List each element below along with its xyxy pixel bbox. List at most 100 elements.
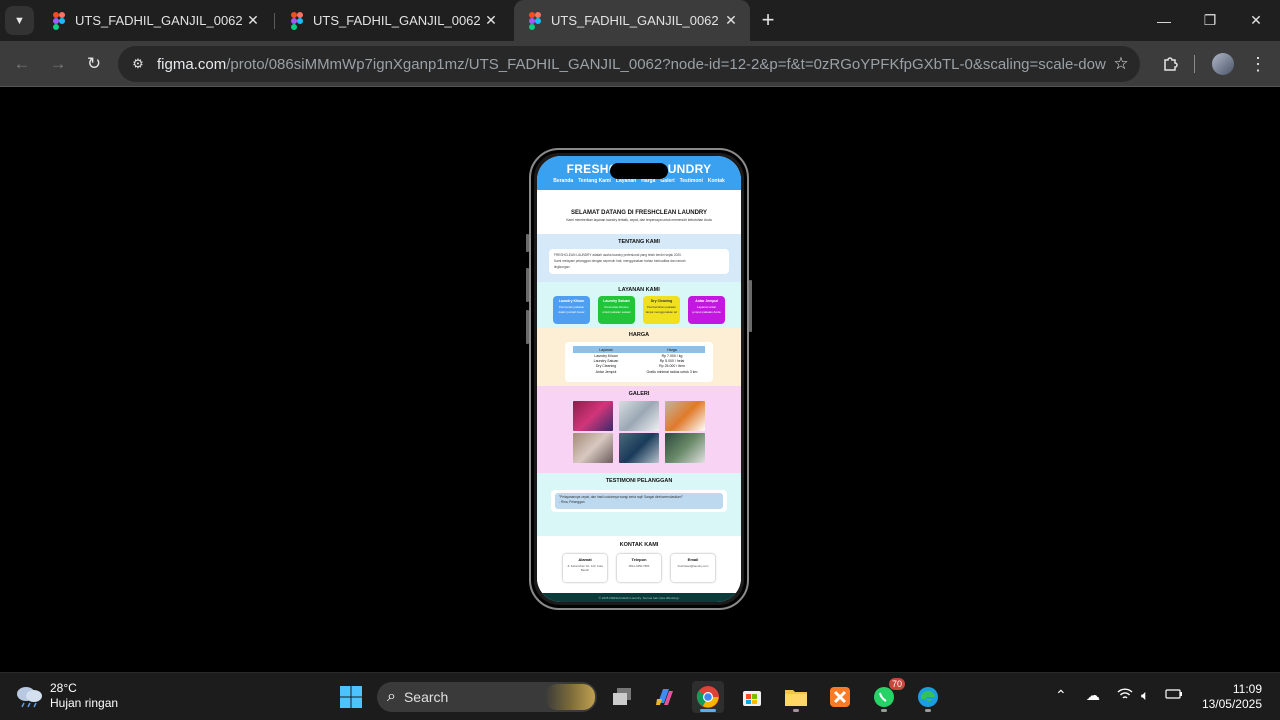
- task-view-icon[interactable]: [606, 681, 638, 713]
- contact-card: Alamat Jl. Kebersihan No. 123, Kota Bers…: [563, 554, 607, 582]
- tab-title: UTS_FADHIL_GANJIL_0062: [75, 13, 242, 28]
- forward-button[interactable]: →: [44, 50, 72, 78]
- figma-icon: [529, 11, 543, 30]
- section-title: LAYANAN KAMI: [618, 287, 660, 293]
- service-card: Laundry Satuan Pencucian khusus untuk pak…: [598, 296, 635, 324]
- section-title: KONTAK KAMI: [619, 542, 659, 548]
- gallery-image[interactable]: [619, 433, 659, 463]
- onedrive-offline-icon[interactable]: ☁: [1086, 687, 1100, 704]
- service-card: Dry Cleaning Pembersihan pakaian tanpa me…: [643, 296, 680, 324]
- testimonial-author: - Rina, Pelanggan: [559, 500, 585, 504]
- gallery-image[interactable]: [573, 401, 613, 431]
- price-table-header: Layanan Harga: [573, 346, 705, 353]
- section-title: TESTIMONI PELANGGAN: [605, 478, 673, 484]
- start-button[interactable]: [335, 681, 367, 713]
- close-icon[interactable]: ✕: [480, 10, 502, 32]
- gallery-image[interactable]: [665, 401, 705, 431]
- weather-widget[interactable]: 28°C Hujan ringan: [14, 681, 118, 710]
- price-table: Layanan Harga Laundry Kiloan Rp 7.000 / kg…: [565, 342, 713, 382]
- extensions-icon[interactable]: [1156, 50, 1184, 78]
- site-info-icon[interactable]: ⚙: [122, 48, 154, 80]
- edge-icon[interactable]: [912, 681, 944, 713]
- restore-button[interactable]: ❐: [1187, 0, 1233, 41]
- bookmark-star-icon[interactable]: ☆: [1106, 54, 1136, 74]
- phone-frame: FRESHC UNDRY Beranda Tentang Kami Layanan…: [526, 148, 752, 610]
- about-section: TENTANG KAMI FRESHCLEAN LAUNDRY adalah u…: [537, 234, 741, 282]
- prototype-screen[interactable]: FRESHC UNDRY Beranda Tentang Kami Layanan…: [537, 156, 741, 602]
- nav-link[interactable]: Kontak: [708, 178, 725, 184]
- xampp-icon[interactable]: [824, 681, 856, 713]
- close-icon[interactable]: ✕: [720, 10, 742, 32]
- search-icon: ⌕: [387, 688, 396, 705]
- section-title: HARGA: [628, 332, 650, 338]
- whatsapp-icon[interactable]: 70: [868, 678, 905, 713]
- wifi-icon[interactable]: [1117, 687, 1133, 704]
- gallery-image[interactable]: [665, 433, 705, 463]
- close-window-button[interactable]: ✕: [1233, 0, 1279, 41]
- nav-link[interactable]: Testimoni: [680, 178, 703, 184]
- page-viewport: FRESHC UNDRY Beranda Tentang Kami Layanan…: [0, 88, 1280, 672]
- running-indicator: [881, 709, 887, 712]
- search-highlight-image: [545, 684, 595, 710]
- close-icon[interactable]: ✕: [242, 10, 264, 32]
- nav-link[interactable]: Galeri: [660, 178, 674, 184]
- tab-3-active[interactable]: UTS_FADHIL_GANJIL_0062 ✕: [514, 0, 750, 41]
- volume-icon[interactable]: 🔈︎: [1141, 687, 1149, 704]
- active-indicator: [700, 709, 716, 712]
- table-row: Antar Jemput Gratis minimal radius untuk …: [595, 369, 698, 374]
- contact-card: Email freshclean@laundry.com: [671, 554, 715, 582]
- chrome-icon[interactable]: [692, 681, 724, 713]
- copilot-icon[interactable]: [649, 681, 681, 713]
- hero-title: SELAMAT DATANG DI FRESHCLEAN LAUNDRY: [570, 210, 708, 216]
- tab-1[interactable]: UTS_FADHIL_GANJIL_0062 ✕: [38, 0, 272, 41]
- store-icon[interactable]: [736, 681, 768, 713]
- nav-link[interactable]: Tentang Kami: [578, 178, 611, 184]
- running-indicator: [793, 709, 799, 712]
- minimize-button[interactable]: —: [1141, 0, 1187, 41]
- contact-section: KONTAK KAMI Alamat Jl. Kebersihan No. 12…: [537, 536, 741, 593]
- browser-toolbar: ← → ↻ ⚙ figma.com/proto/086siMMmWp7ignXg…: [0, 41, 1280, 87]
- testimonial-card: "Pelayanannya cepat, dan hasil cuciannya…: [551, 490, 727, 512]
- gallery-image[interactable]: [619, 401, 659, 431]
- figma-icon: [291, 11, 305, 30]
- tab-title: UTS_FADHIL_GANJIL_0062: [551, 13, 719, 28]
- browser-menu-icon[interactable]: ⋮: [1246, 50, 1270, 78]
- new-tab-button[interactable]: +: [756, 7, 780, 32]
- tab-separator: [274, 13, 275, 29]
- section-title: TENTANG KAMI: [618, 239, 660, 245]
- taskbar-search[interactable]: ⌕ Search: [377, 682, 597, 712]
- table-row: Dry Cleaning Rp 25.000 / item: [595, 364, 685, 369]
- running-indicator: [925, 709, 931, 712]
- nav-link[interactable]: Beranda: [553, 178, 573, 184]
- battery-icon[interactable]: [1165, 687, 1183, 703]
- about-card: FRESHCLEAN LAUNDRY adalah usaha laundry …: [549, 249, 729, 274]
- reload-button[interactable]: ↻: [80, 50, 108, 78]
- contact-card: Telepon 0812-3456-7890: [617, 554, 661, 582]
- chevron-up-icon[interactable]: ⌃: [1055, 687, 1067, 704]
- section-title: GALERI: [628, 391, 650, 397]
- system-clock[interactable]: 11:09 13/05/2025: [1190, 682, 1262, 712]
- profile-avatar[interactable]: [1212, 53, 1234, 75]
- weather-condition: Hujan ringan: [50, 696, 119, 710]
- about-text: lingkungan.: [554, 265, 571, 269]
- pricing-section: HARGA Layanan Harga Laundry Kiloan Rp 7.00…: [537, 328, 741, 386]
- figma-icon: [53, 11, 67, 30]
- file-explorer-icon[interactable]: [780, 681, 812, 713]
- table-row: Laundry Kiloan Rp 7.000 / kg: [594, 353, 683, 358]
- url-text[interactable]: figma.com/proto/086siMMmWp7ignXganp1mz/U…: [157, 56, 1106, 73]
- phone-side-button: [526, 310, 529, 344]
- hero-section: SELAMAT DATANG DI FRESHCLEAN LAUNDRY Kam…: [537, 190, 741, 234]
- tab-search-button[interactable]: ▼: [5, 6, 34, 35]
- toolbar-divider: [1194, 55, 1195, 73]
- hero-subtitle: Kami memberikan layanan laundry terbaik,…: [566, 218, 712, 222]
- address-bar[interactable]: ⚙ figma.com/proto/086siMMmWp7ignXganp1mz…: [118, 46, 1140, 82]
- testimonial-section: TESTIMONI PELANGGAN "Pelayanannya cepat,…: [537, 473, 741, 536]
- gallery-image[interactable]: [573, 433, 613, 463]
- phone-side-button: [749, 280, 752, 332]
- notification-badge: 70: [888, 678, 905, 690]
- back-button[interactable]: ←: [8, 50, 36, 78]
- phone-side-button: [526, 268, 529, 302]
- dynamic-island: [610, 163, 668, 179]
- gallery-section: GALERI: [537, 386, 741, 473]
- tab-2[interactable]: UTS_FADHIL_GANJIL_0062 – Fig ✕: [276, 0, 510, 41]
